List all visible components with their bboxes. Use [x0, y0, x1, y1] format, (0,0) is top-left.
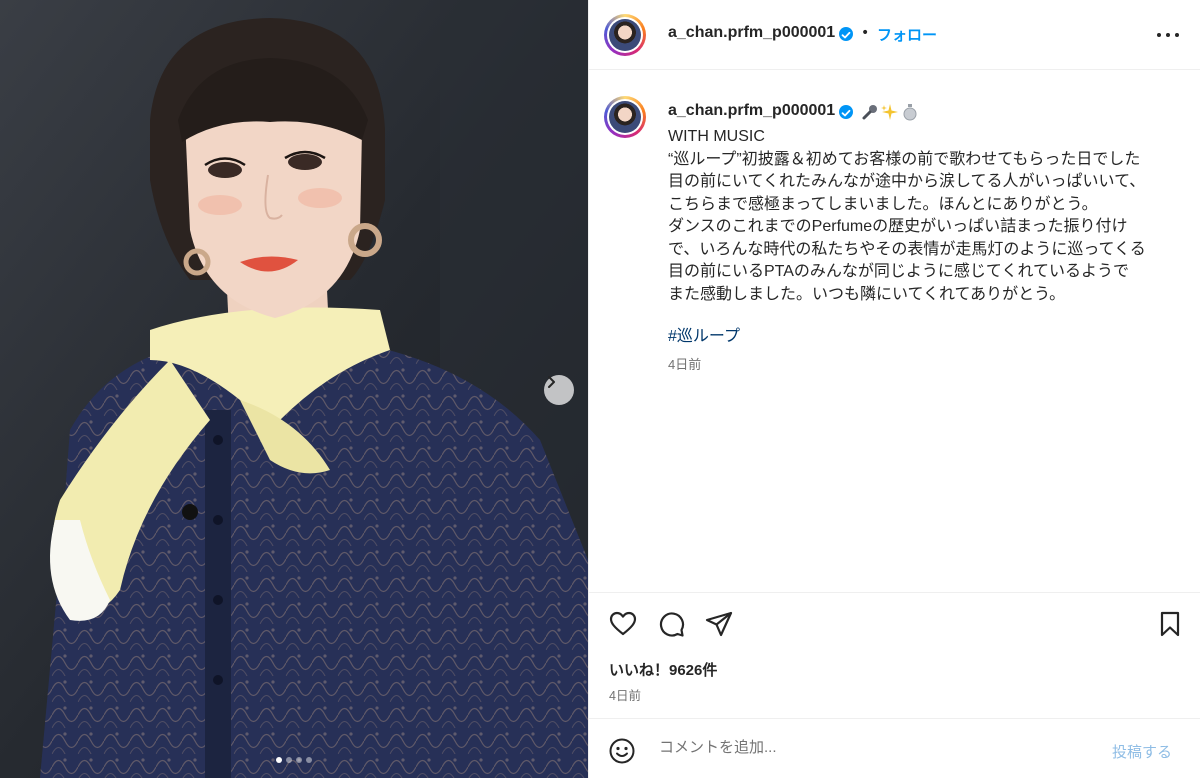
selfie-illustration	[0, 0, 588, 778]
post-comment-button[interactable]: 投稿する	[1112, 741, 1172, 762]
post-caption: WITH MUSIC “巡ループ”初披露＆初めてお客様の前で歌わせてもらった日で…	[668, 126, 1198, 306]
bookmark-icon	[1160, 611, 1180, 637]
emoji-picker-icon[interactable]	[609, 738, 635, 764]
paper-plane-icon	[705, 611, 733, 637]
carousel-dot	[286, 757, 292, 763]
action-bar	[589, 592, 1200, 652]
caption-line: ダンスのこれまでのPerfumeの歴史がいっぱい詰まった振り付け	[668, 218, 1128, 235]
carousel-dot	[276, 757, 282, 763]
post-side-panel: a_chan.prfm_p000001 • フォロー a_chan.prfm_p…	[588, 0, 1200, 778]
comment-button[interactable]	[656, 609, 686, 639]
caption-line: こちらまで感極まってしまいました。ほんとにありがとう。	[668, 195, 1098, 213]
caption-line: WITH MUSIC	[668, 128, 765, 145]
follow-button[interactable]: フォロー	[877, 24, 937, 45]
save-button[interactable]	[1155, 609, 1185, 639]
post-header: a_chan.prfm_p000001 • フォロー	[589, 0, 1200, 70]
instagram-post: a_chan.prfm_p000001 • フォロー a_chan.prfm_p…	[0, 0, 1200, 778]
header-separator: •	[861, 25, 870, 41]
hashtag-link[interactable]: #巡ループ	[668, 322, 740, 346]
caption-line: 目の前にいるPTAのみんなが同じように感じてくれているようで	[668, 263, 1129, 280]
caption-line: 目の前にいてくれたみんなが途中から涙してる人がいっぱいいて、	[668, 173, 1146, 190]
author-avatar[interactable]	[604, 14, 646, 56]
sparkles-icon	[881, 104, 898, 120]
more-icon	[1157, 33, 1161, 37]
caption-timestamp[interactable]: 4日前	[668, 354, 701, 373]
author-username[interactable]: a_chan.prfm_p000001	[668, 24, 835, 42]
caption-line: “巡ループ”初披露＆初めてお客様の前で歌わせてもらった日でした	[668, 150, 1141, 168]
caption-line: また感動しました。いつも隣にいてくれてありがとう。	[668, 285, 1066, 303]
like-count[interactable]: いいね！9626件	[609, 659, 717, 680]
heart-icon	[609, 611, 637, 636]
comment-bubble-icon	[659, 612, 685, 637]
more-options-button[interactable]	[1157, 24, 1179, 46]
silver-ball-icon	[903, 104, 917, 121]
share-button[interactable]	[704, 609, 734, 639]
comment-input[interactable]	[659, 739, 1079, 756]
chevron-right-icon	[548, 376, 555, 388]
carousel-dot	[296, 757, 302, 763]
caption-verified-badge-icon	[839, 105, 853, 119]
carousel-next-button[interactable]	[544, 375, 574, 405]
caption-author-username[interactable]: a_chan.prfm_p000001	[668, 102, 835, 120]
post-photo[interactable]	[0, 0, 588, 778]
carousel-indicator	[0, 757, 588, 763]
post-timestamp[interactable]: 4日前	[609, 685, 641, 704]
like-button[interactable]	[608, 609, 638, 639]
microphone-icon	[862, 105, 877, 120]
carousel-dot	[306, 757, 312, 763]
caption-author-avatar[interactable]	[604, 96, 646, 138]
comment-box: 投稿する	[589, 718, 1200, 778]
caption-line: で、いろんな時代の私たちやその表情が走馬灯のように巡ってくる	[668, 240, 1146, 258]
verified-badge-icon	[839, 27, 853, 41]
